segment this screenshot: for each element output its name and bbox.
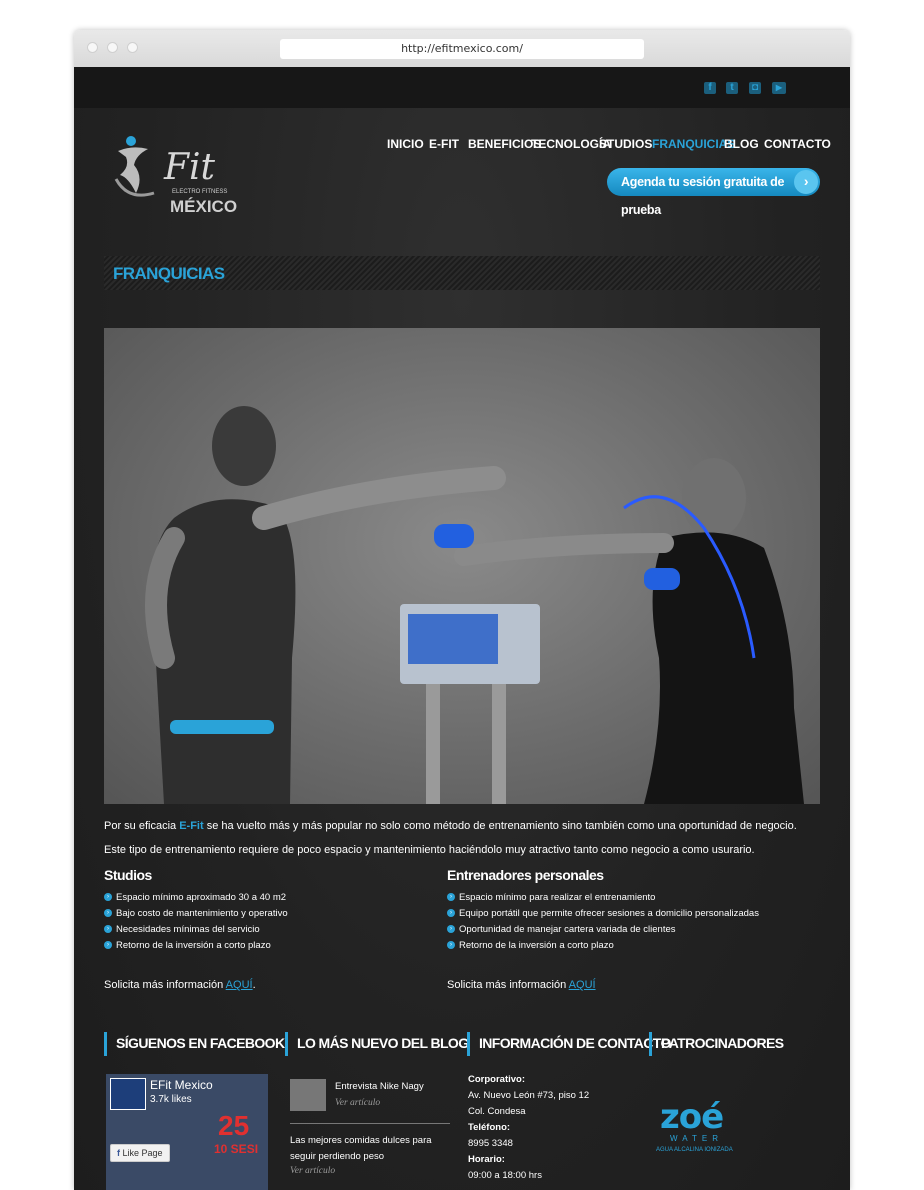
contact-heading: INFORMACIÓN DE CONTACTO xyxy=(467,1032,671,1056)
nav-franquicias[interactable]: FRANQUICIAS xyxy=(652,137,735,151)
chevron-bullet-icon: › xyxy=(447,941,455,950)
nav-studios[interactable]: STUDIOS xyxy=(599,137,652,151)
website: f t ◘ ▶ Fit ELECTRO FITNESS MÉXICO INICI… xyxy=(74,67,850,1190)
contact-hours-label: Horario: xyxy=(468,1154,505,1165)
trainers-info-text: Solicita más información xyxy=(447,979,569,991)
contact-address-1: Av. Nuevo León #73, piso 12 xyxy=(468,1090,590,1101)
trainers-heading: Entrenadores personales xyxy=(447,867,604,883)
contact-phone-label: Teléfono: xyxy=(468,1122,511,1133)
brand-highlight: E-Fit xyxy=(179,820,204,832)
blog-divider xyxy=(290,1123,450,1124)
contact-corp-label: Corporativo: xyxy=(468,1074,525,1085)
studios-item-text: Retorno de la inversión a corto plazo xyxy=(116,940,271,951)
trainers-item-text: Oportunidad de manejar cartera variada d… xyxy=(459,924,676,935)
nav-blog[interactable]: BLOG xyxy=(724,137,759,151)
facebook-page-name[interactable]: EFit Mexico xyxy=(150,1078,213,1092)
page-title: FRANQUICIAS xyxy=(113,264,225,283)
logo-country: MÉXICO xyxy=(170,197,238,216)
free-session-label: Agenda tu sesión gratuita de prueba xyxy=(621,175,785,217)
blog-post-link[interactable]: Ver artículo xyxy=(335,1098,380,1108)
intro-text: Por su eficacia xyxy=(104,820,180,832)
nav-efit[interactable]: E-FIT xyxy=(429,137,459,151)
nav-contacto[interactable]: CONTACTO xyxy=(764,137,831,151)
blog-heading: LO MÁS NUEVO DEL BLOG xyxy=(285,1032,469,1056)
chevron-bullet-icon: › xyxy=(447,909,455,918)
logo-brand: Fit xyxy=(164,147,215,188)
facebook-widget[interactable]: EFit Mexico 3.7k likes 25 10 SESI f Like… xyxy=(106,1074,268,1190)
blog-post-link[interactable]: Ver artículo xyxy=(290,1166,335,1176)
like-page-label: Like Page xyxy=(122,1148,163,1158)
studios-info: Solicita más información AQUÍ. xyxy=(104,979,256,991)
window-zoom-dot[interactable] xyxy=(127,42,138,53)
sponsor-sub: WATER xyxy=(670,1134,723,1143)
facebook-promo-sub: 10 SESI xyxy=(214,1142,259,1156)
chevron-bullet-icon: › xyxy=(447,925,455,934)
trainers-item-text: Espacio mínimo para realizar el entrenam… xyxy=(459,892,656,903)
chevron-bullet-icon: › xyxy=(104,941,112,950)
studios-item-text: Espacio mínimo aproximado 30 a 40 m2 xyxy=(116,892,287,903)
browser-window: http://efitmexico.com/ f t ◘ ▶ Fit ELECT… xyxy=(74,30,850,1190)
trainers-item-text: Retorno de la inversión a corto plazo xyxy=(459,940,614,951)
top-social-bar: f t ◘ ▶ xyxy=(74,67,850,108)
sponsors-heading: PATROCINADORES xyxy=(649,1032,784,1056)
trainers-info: Solicita más información AQUÍ xyxy=(447,979,596,991)
facebook-avatar xyxy=(110,1078,146,1110)
facebook-promo: 25 xyxy=(218,1110,250,1141)
twitter-icon[interactable]: t xyxy=(726,82,738,94)
logo-tagline: ELECTRO FITNESS xyxy=(172,189,228,195)
sponsor-logo[interactable]: zoé WATER AGUA ALCALINA IONIZADA xyxy=(656,1097,756,1157)
sponsor-tag: AGUA ALCALINA IONIZADA xyxy=(656,1147,733,1153)
studios-info-end: . xyxy=(252,979,256,991)
trainers-item-text: Equipo portátil que permite ofrecer sesi… xyxy=(459,908,759,919)
trainers-item: › Espacio mínimo para realizar el entrena… xyxy=(447,892,655,903)
hero-photo xyxy=(145,406,804,804)
blog-thumbnail[interactable] xyxy=(290,1079,326,1111)
studios-item-text: Bajo costo de mantenimiento y operativo xyxy=(116,908,288,919)
studios-item: › Bajo costo de mantenimiento y operativo xyxy=(104,908,288,919)
instagram-icon[interactable]: ◘ xyxy=(749,82,761,94)
chevron-right-icon: › xyxy=(794,170,818,194)
address-bar[interactable]: http://efitmexico.com/ xyxy=(280,39,644,59)
page-title-bar: FRANQUICIAS xyxy=(104,256,820,290)
contact-hours: 09:00 a 18:00 hrs xyxy=(468,1170,542,1181)
trainers-item: › Oportunidad de manejar cartera variada … xyxy=(447,924,676,935)
site-logo[interactable]: Fit ELECTRO FITNESS MÉXICO xyxy=(114,131,254,226)
free-session-button[interactable]: Agenda tu sesión gratuita de prueba › xyxy=(607,168,820,217)
facebook-heading: SÍGUENOS EN FACEBOOK xyxy=(104,1032,285,1056)
contact-phone: 8995 3348 xyxy=(468,1138,513,1149)
intro-paragraph-2: Este tipo de entrenamiento requiere de p… xyxy=(104,844,755,856)
chevron-bullet-icon: › xyxy=(104,893,112,902)
window-close-dot[interactable] xyxy=(87,42,98,53)
studios-heading: Studios xyxy=(104,867,152,883)
nav-inicio[interactable]: INICIO xyxy=(387,137,424,151)
chevron-bullet-icon: › xyxy=(104,925,112,934)
studios-item: › Espacio mínimo aproximado 30 a 40 m2 xyxy=(104,892,286,903)
facebook-icon[interactable]: f xyxy=(704,82,716,94)
trainers-item: › Equipo portátil que permite ofrecer ses… xyxy=(447,908,759,919)
blog-post-title[interactable]: Entrevista Nike Nagy xyxy=(335,1081,424,1092)
intro-paragraph-1: Por su eficacia E-Fit se ha vuelto más y… xyxy=(104,820,797,832)
youtube-icon[interactable]: ▶ xyxy=(772,82,786,94)
studios-info-link[interactable]: AQUÍ xyxy=(226,979,253,991)
contact-address-2: Col. Condesa xyxy=(468,1106,526,1117)
like-page-button[interactable]: f Like Page xyxy=(110,1144,170,1162)
studios-item: › Retorno de la inversión a corto plazo xyxy=(104,940,271,951)
facebook-likes: 3.7k likes xyxy=(150,1094,192,1105)
chevron-bullet-icon: › xyxy=(447,893,455,902)
studios-info-text: Solicita más información xyxy=(104,979,226,991)
studios-item-text: Necesidades mínimas del servicio xyxy=(116,924,260,935)
intro-text-end: se ha vuelto más y más popular no solo c… xyxy=(203,820,797,832)
blog-post-title[interactable]: Las mejores comidas dulces para seguir p… xyxy=(290,1133,440,1165)
hero-image xyxy=(104,328,820,804)
browser-toolbar: http://efitmexico.com/ xyxy=(74,30,850,67)
sponsor-name: zoé xyxy=(660,1097,724,1137)
studios-item: › Necesidades mínimas del servicio xyxy=(104,924,260,935)
trainers-info-link[interactable]: AQUÍ xyxy=(569,979,596,991)
trainers-item: › Retorno de la inversión a corto plazo xyxy=(447,940,614,951)
chevron-bullet-icon: › xyxy=(104,909,112,918)
window-minimize-dot[interactable] xyxy=(107,42,118,53)
